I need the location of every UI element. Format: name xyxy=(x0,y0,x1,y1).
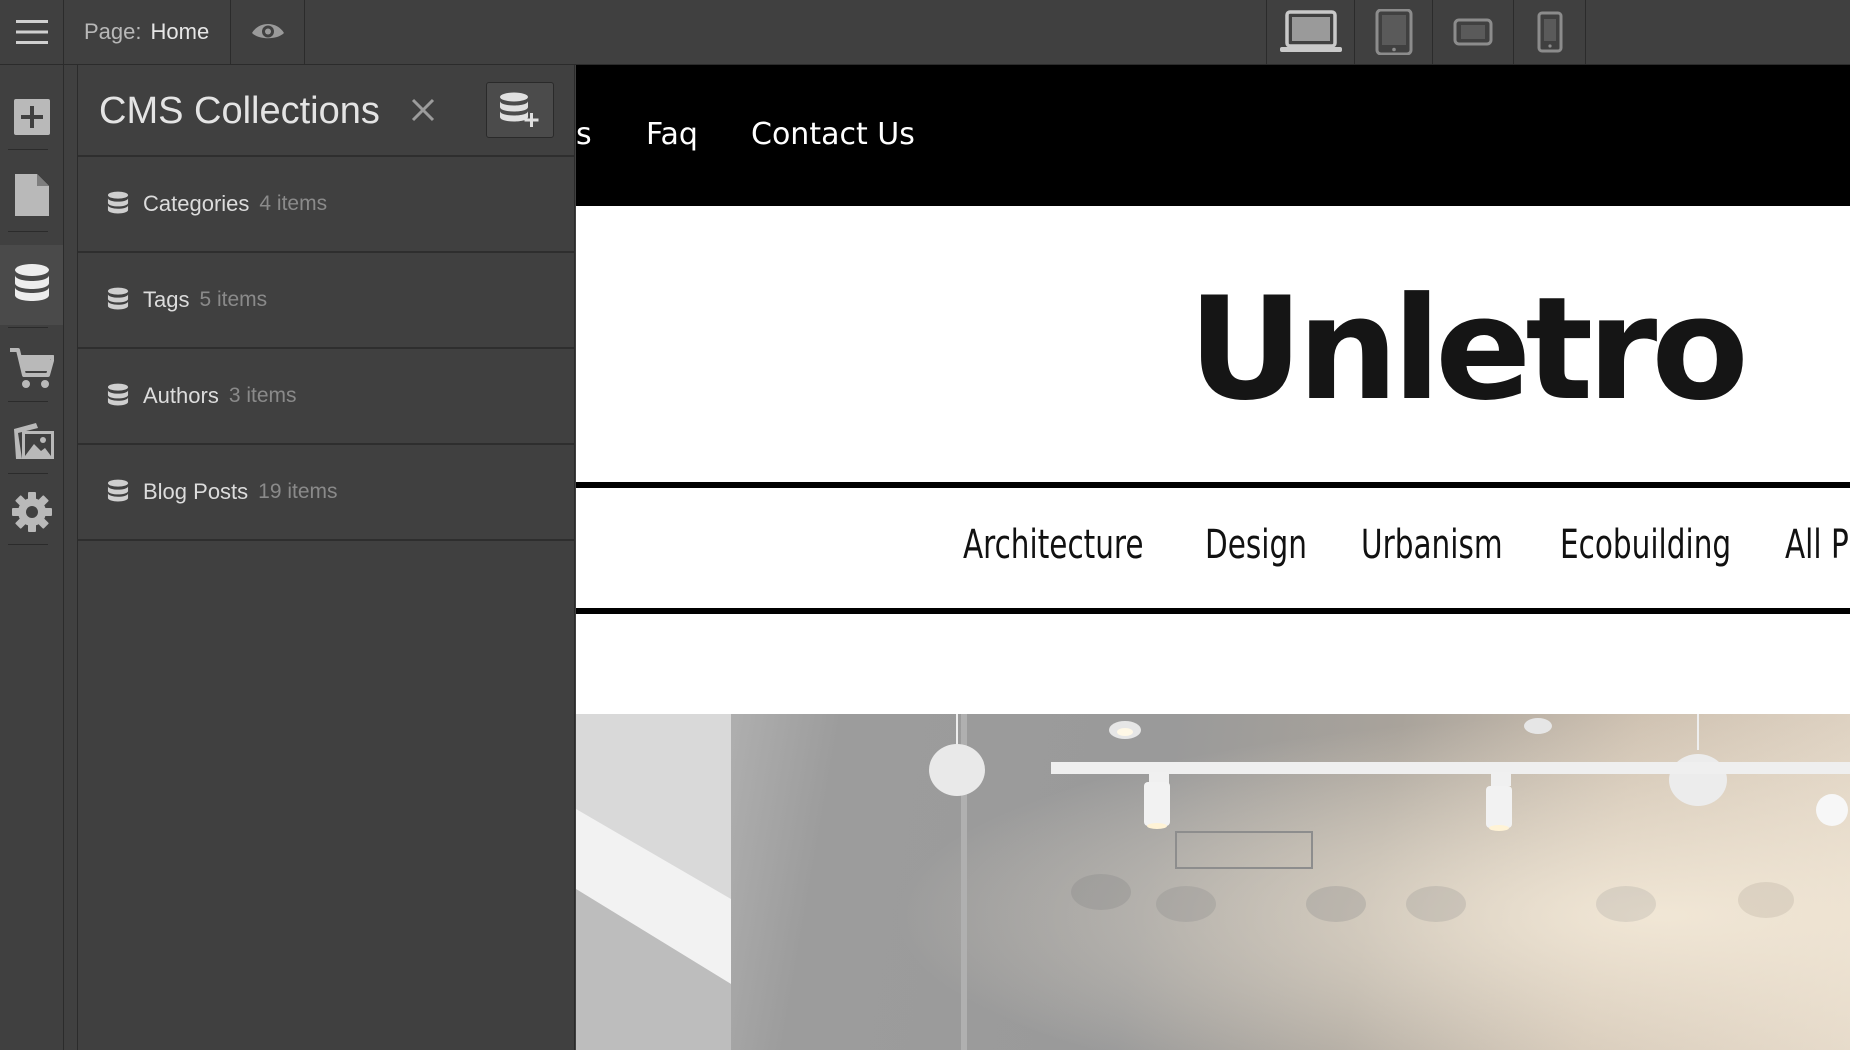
database-icon xyxy=(107,479,129,502)
nav-link-partial[interactable]: s xyxy=(576,117,592,152)
nav-link-faq[interactable]: Faq xyxy=(646,117,698,152)
menu-icon xyxy=(15,20,48,44)
preview-button[interactable] xyxy=(231,0,305,64)
add-elements-button[interactable] xyxy=(0,87,63,147)
close-panel-button[interactable] xyxy=(408,95,438,125)
category-link-urbanism[interactable]: Urbanism xyxy=(1361,522,1503,568)
design-canvas[interactable]: s Faq Contact Us Unletro Architecture De… xyxy=(576,65,1850,1050)
panel-header: CMS Collections xyxy=(78,65,574,157)
collection-row-blog-posts[interactable]: Blog Posts 19 items xyxy=(78,445,574,541)
device-switcher xyxy=(1266,0,1586,64)
main-menu-button[interactable] xyxy=(0,0,64,64)
category-link-all-posts[interactable]: All P xyxy=(1785,522,1849,568)
add-icon xyxy=(13,99,50,135)
cms-collections-panel: CMS Collections Categories 4 items Tags … xyxy=(77,65,575,1050)
phone-icon xyxy=(1537,11,1562,53)
collection-row-authors[interactable]: Authors 3 items xyxy=(78,349,574,445)
database-icon xyxy=(107,191,129,214)
device-phone-button[interactable] xyxy=(1514,0,1586,64)
collection-name: Tags xyxy=(143,287,190,312)
gear-icon xyxy=(11,492,52,532)
settings-button[interactable] xyxy=(0,483,63,541)
assets-icon xyxy=(13,423,54,459)
add-collection-button[interactable] xyxy=(486,82,554,138)
collection-count: 19 items xyxy=(258,480,338,503)
left-toolbar xyxy=(0,65,64,1050)
category-link-architecture[interactable]: Architecture xyxy=(963,522,1144,568)
collection-row-tags[interactable]: Tags 5 items xyxy=(78,253,574,349)
collection-count: 3 items xyxy=(228,384,297,407)
collection-row-categories[interactable]: Categories 4 items xyxy=(78,157,574,253)
database-icon xyxy=(107,287,129,310)
device-tablet-landscape-button[interactable] xyxy=(1433,0,1514,64)
database-icon xyxy=(14,264,49,301)
designer-topbar: Page: Home xyxy=(0,0,1850,65)
device-tablet-button[interactable] xyxy=(1355,0,1433,64)
tablet-icon xyxy=(1375,9,1412,55)
collection-name: Categories xyxy=(143,191,250,216)
page-selector[interactable]: Page: Home xyxy=(64,0,231,64)
device-desktop-button[interactable] xyxy=(1267,0,1355,64)
eye-icon xyxy=(251,24,284,39)
cms-button[interactable] xyxy=(0,245,63,325)
database-icon xyxy=(107,383,129,406)
collection-name: Blog Posts xyxy=(143,479,249,504)
category-link-ecobuilding[interactable]: Ecobuilding xyxy=(1560,522,1731,568)
page-name: Home xyxy=(150,19,210,44)
page-label: Page: xyxy=(84,19,142,44)
nav-link-contact[interactable]: Contact Us xyxy=(751,117,915,152)
hero-interior-illustration xyxy=(576,714,1850,1050)
add-collection-icon xyxy=(500,92,539,127)
site-logo[interactable]: Unletro xyxy=(1188,279,1749,421)
pages-icon xyxy=(14,174,49,216)
assets-button[interactable] xyxy=(0,413,63,471)
site-navbar: s Faq Contact Us xyxy=(576,65,1850,206)
category-link-design[interactable]: Design xyxy=(1205,522,1307,568)
tablet-landscape-icon xyxy=(1453,18,1493,46)
close-icon xyxy=(411,98,435,122)
cart-icon xyxy=(9,348,54,388)
panel-title: CMS Collections xyxy=(99,90,380,132)
category-top-rule xyxy=(576,482,1850,488)
pages-button[interactable] xyxy=(0,163,63,227)
collection-name: Authors xyxy=(143,383,219,408)
collection-count: 5 items xyxy=(199,288,268,311)
collection-count: 4 items xyxy=(259,192,328,215)
hero-image xyxy=(576,714,1850,1050)
category-bottom-rule xyxy=(576,608,1850,614)
desktop-icon xyxy=(1279,10,1342,52)
ecommerce-button[interactable] xyxy=(0,335,63,401)
